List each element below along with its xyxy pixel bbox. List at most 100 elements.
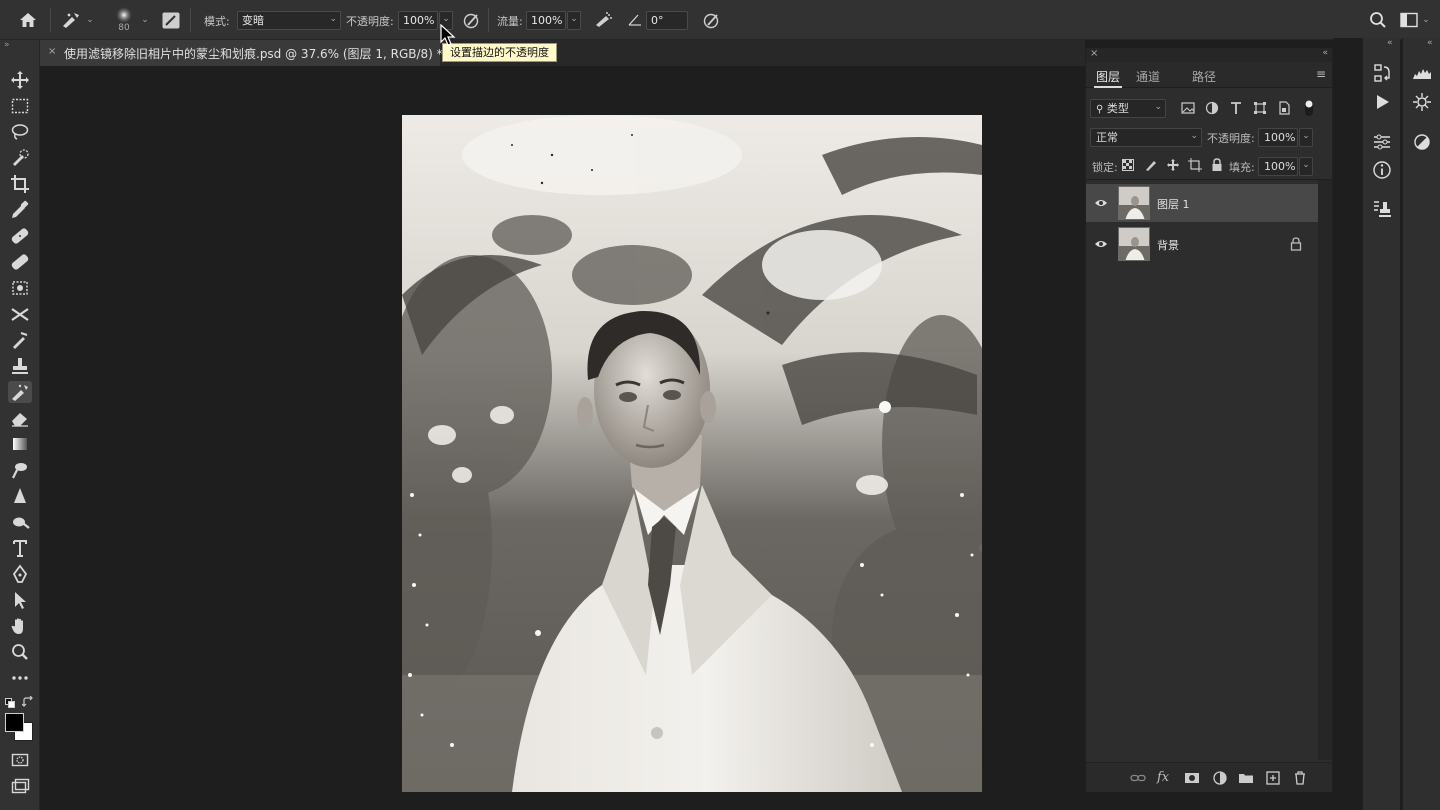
stamp-tool-icon[interactable]	[8, 355, 32, 377]
lasso-tool-icon[interactable]	[8, 121, 32, 143]
mode-label: 模式:	[204, 15, 230, 28]
new-layer-icon[interactable]	[1265, 770, 1281, 786]
layer-filter-select[interactable]: ⚲ 类型 ⌄	[1090, 99, 1166, 118]
clone-source-panel-icon[interactable]	[1371, 198, 1393, 220]
actions-panel-icon[interactable]	[1371, 91, 1393, 113]
properties-panel-icon[interactable]	[1371, 131, 1393, 153]
hand-tool-icon[interactable]	[8, 615, 32, 637]
clone-stamp-tool-icon[interactable]	[8, 277, 32, 299]
angle-input[interactable]: 0°	[646, 11, 688, 30]
chevron-down-icon[interactable]: ⌄	[1419, 11, 1433, 30]
blend-mode-value: 正常	[1096, 131, 1118, 144]
tab-paths[interactable]: 路径	[1192, 68, 1216, 85]
fill-dropdown[interactable]: ⌄	[1299, 157, 1313, 176]
pressure-icon[interactable]	[462, 11, 482, 29]
eye-icon[interactable]	[1094, 196, 1108, 210]
lock-transparent-icon[interactable]	[1122, 159, 1134, 171]
quick-mask-icon[interactable]	[8, 749, 32, 771]
delete-layer-icon[interactable]	[1292, 770, 1308, 786]
layer-row-background[interactable]: 背景	[1086, 225, 1318, 263]
airbrush-icon[interactable]	[592, 11, 614, 29]
default-colors-icon[interactable]	[5, 697, 15, 708]
filter-adjustment-icon[interactable]	[1205, 101, 1219, 115]
filter-shape-icon[interactable]	[1253, 101, 1267, 115]
crop-tool-icon[interactable]	[8, 173, 32, 195]
filter-type-icon[interactable]	[1229, 101, 1243, 115]
opacity-input[interactable]: 100%	[398, 11, 438, 30]
document-image[interactable]	[402, 115, 982, 792]
home-icon[interactable]	[18, 11, 38, 29]
collapse-panel-icon[interactable]: «	[1322, 48, 1328, 58]
fx-icon[interactable]: fx	[1157, 770, 1173, 786]
adjustments-panel-icon[interactable]	[1411, 131, 1433, 153]
tool-preset-icon[interactable]	[60, 11, 82, 29]
lock-pixels-icon[interactable]	[1144, 158, 1158, 172]
layers-scrollbar[interactable]	[1318, 180, 1332, 760]
swap-colors-icon[interactable]	[21, 695, 34, 708]
screen-mode-icon[interactable]	[8, 775, 32, 797]
layer-thumbnail	[1118, 186, 1150, 220]
filter-pixel-icon[interactable]	[1181, 101, 1195, 115]
close-tab-icon[interactable]: ×	[48, 46, 56, 57]
expand-panels-icon[interactable]: «	[1427, 38, 1433, 48]
flow-dropdown-button[interactable]: ⌄	[567, 11, 581, 30]
mode-select[interactable]: 变暗 ⌄	[237, 11, 341, 30]
info-panel-icon[interactable]	[1371, 159, 1393, 181]
fill-input[interactable]: 100%	[1258, 157, 1298, 176]
marquee-tool-icon[interactable]	[8, 95, 32, 117]
lock-artboard-icon[interactable]	[1188, 158, 1202, 172]
quick-selection-tool-icon[interactable]	[8, 147, 32, 169]
move-tool-icon[interactable]	[8, 69, 32, 91]
histogram-panel-icon[interactable]	[1411, 62, 1433, 84]
zoom-tool-icon[interactable]	[8, 641, 32, 663]
more-tools-icon[interactable]	[8, 667, 32, 689]
panel-menu-icon[interactable]: ≡	[1316, 67, 1326, 81]
art-history-brush-tool-icon[interactable]	[8, 381, 32, 403]
adjustment-layer-icon[interactable]	[1212, 770, 1228, 786]
foreground-color-swatch[interactable]	[5, 713, 24, 732]
lock-all-icon[interactable]	[1211, 158, 1223, 172]
tab-layers[interactable]: 图层	[1096, 68, 1120, 85]
expand-panels-icon[interactable]: «	[1387, 38, 1393, 48]
sharpen-tool-icon[interactable]	[8, 485, 32, 507]
history-panel-icon[interactable]	[1371, 62, 1393, 84]
tab-channels[interactable]: 通道	[1136, 68, 1160, 85]
layer-opacity-input[interactable]: 100%	[1258, 128, 1298, 147]
eraser-tool-icon[interactable]	[8, 407, 32, 429]
flow-input[interactable]: 100%	[526, 11, 566, 30]
layer-row-layer-1[interactable]: 图层 1	[1086, 184, 1318, 222]
search-icon[interactable]	[1369, 11, 1387, 29]
brush-preset-icon[interactable]: 80	[112, 6, 136, 36]
chevron-down-icon[interactable]: ⌄	[83, 11, 97, 30]
close-panel-icon[interactable]: ×	[1090, 48, 1098, 59]
new-group-icon[interactable]	[1238, 770, 1254, 786]
brush-settings-icon[interactable]	[162, 12, 180, 29]
layer-opacity-dropdown[interactable]: ⌄	[1299, 128, 1313, 147]
lock-label: 锁定:	[1092, 161, 1118, 174]
chevron-down-icon[interactable]: ⌄	[138, 11, 152, 30]
gradient-tool-icon[interactable]	[8, 433, 32, 455]
document-tab[interactable]: × 使用滤镜移除旧相片中的蒙尘和划痕.psd @ 37.6% (图层 1, RG…	[40, 40, 443, 66]
navigator-panel-icon[interactable]	[1411, 91, 1433, 113]
smudge-tool-icon[interactable]	[8, 459, 32, 481]
spot-healing-tool-icon[interactable]	[8, 225, 32, 247]
type-tool-icon[interactable]	[8, 537, 32, 559]
filter-toggle-icon[interactable]	[1304, 99, 1314, 117]
history-brush-tool-icon[interactable]	[8, 303, 32, 325]
collapsed-panel-dock-2: «	[1402, 38, 1440, 810]
lock-position-icon[interactable]	[1166, 158, 1180, 172]
eyedropper-tool-icon[interactable]	[8, 199, 32, 221]
expand-toolbar-icon[interactable]: »	[4, 40, 10, 50]
mixer-brush-tool-icon[interactable]	[8, 329, 32, 351]
path-selection-tool-icon[interactable]	[8, 589, 32, 611]
pressure-size-icon[interactable]	[702, 11, 722, 29]
filter-smart-object-icon[interactable]	[1277, 101, 1291, 115]
blend-mode-select[interactable]: 正常 ⌄	[1090, 128, 1202, 147]
brush-tool-icon[interactable]	[8, 251, 32, 273]
eye-icon[interactable]	[1094, 237, 1108, 251]
add-mask-icon[interactable]	[1184, 770, 1200, 786]
pen-tool-icon[interactable]	[8, 563, 32, 585]
workspace-icon[interactable]	[1400, 12, 1418, 28]
dodge-tool-icon[interactable]	[8, 511, 32, 533]
link-layers-icon[interactable]	[1130, 770, 1146, 786]
